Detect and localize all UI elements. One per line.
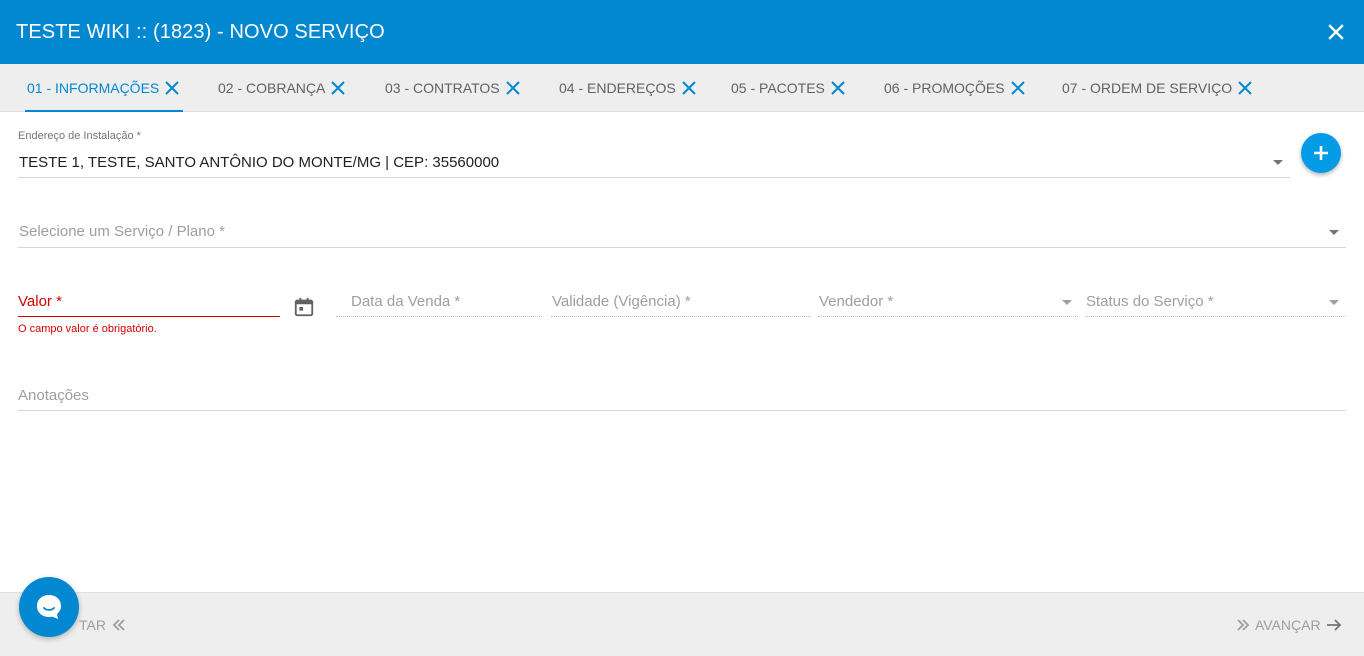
underline [18,177,1290,178]
sale-date-placeholder: Data da Venda * [351,293,461,310]
tab-promocoes[interactable]: 06 - PROMOÇÕES [884,64,1027,112]
back-label: TAR [79,617,106,633]
plus-icon [1314,146,1328,160]
close-icon[interactable] [329,79,347,97]
seller-placeholder: Vendedor * [819,293,894,310]
validity-input[interactable]: Validade (Vigência) * [551,288,811,320]
service-status-select[interactable]: Status do Serviço * [1085,288,1346,320]
close-icon[interactable] [1009,79,1027,97]
underline [1085,316,1346,317]
tab-label: 07 - ORDEM DE SERVIÇO [1062,80,1233,96]
tab-informacoes[interactable]: 01 - INFORMAÇÕES [24,64,184,112]
dialog-footer: TAR AVANÇAR [0,592,1364,656]
dialog-header: TESTE WIKI :: (1823) - NOVO SERVIÇO [0,0,1364,64]
close-icon[interactable] [504,79,522,97]
validity-placeholder: Validade (Vigência) * [552,293,691,310]
notes-input[interactable]: Anotações [18,382,1346,414]
double-chevron-right-icon [1237,619,1250,631]
dropdown-caret-icon [1329,300,1339,305]
seller-select[interactable]: Vendedor * [818,288,1078,320]
installation-address-label: Endereço de Instalação * [18,130,141,142]
underline [18,247,1346,248]
tab-cobranca[interactable]: 02 - COBRANÇA [218,64,347,112]
sale-date-input[interactable]: Data da Venda * [336,288,542,320]
underline [818,316,1078,317]
tab-enderecos[interactable]: 04 - ENDEREÇOS [559,64,698,112]
notes-placeholder: Anotações [18,387,89,404]
underline [18,410,1346,411]
valor-error-message: O campo valor é obrigatório. [18,323,157,335]
installation-address-select[interactable]: Endereço de Instalação * TESTE 1, TESTE,… [18,128,1290,180]
service-status-placeholder: Status do Serviço * [1086,293,1214,310]
valor-input[interactable]: Valor * [18,288,280,320]
tab-ordem-de-servico[interactable]: 07 - ORDEM DE SERVIÇO [1062,64,1254,112]
dropdown-caret-icon [1062,300,1072,305]
underline [336,316,542,317]
back-button[interactable]: TAR [79,593,128,656]
next-button[interactable]: AVANÇAR [1234,593,1344,656]
service-plan-placeholder: Selecione um Serviço / Plano * [19,223,225,240]
tab-label: 05 - PACOTES [731,80,825,96]
close-icon[interactable] [1324,20,1348,44]
installation-address-value: TESTE 1, TESTE, SANTO ANTÔNIO DO MONTE/M… [19,154,500,171]
close-icon[interactable] [1236,79,1254,97]
tab-label: 01 - INFORMAÇÕES [27,80,160,96]
close-icon[interactable] [829,79,847,97]
double-chevron-left-icon [112,619,125,631]
underline [18,316,280,317]
dropdown-caret-icon [1273,160,1283,165]
underline [551,316,811,317]
chat-widget-button[interactable] [19,577,79,637]
valor-label: Valor * [18,293,62,310]
tab-label: 06 - PROMOÇÕES [884,80,1005,96]
new-service-dialog: TESTE WIKI :: (1823) - NOVO SERVIÇO 01 -… [0,0,1364,656]
tab-pacotes[interactable]: 05 - PACOTES [731,64,847,112]
close-icon[interactable] [680,79,698,97]
tab-contratos[interactable]: 03 - CONTRATOS [385,64,522,112]
tab-label: 03 - CONTRATOS [385,80,500,96]
next-label: AVANÇAR [1255,617,1321,633]
dialog-title: TESTE WIKI :: (1823) - NOVO SERVIÇO [16,21,385,43]
add-address-button[interactable] [1301,133,1341,173]
chat-bubble-icon [37,595,61,619]
service-plan-select[interactable]: Selecione um Serviço / Plano * [18,218,1346,250]
tab-bar: 01 - INFORMAÇÕES 02 - COBRANÇA 03 - CONT… [0,64,1364,112]
calendar-icon[interactable] [293,296,315,318]
close-icon[interactable] [163,79,181,97]
arrow-right-icon [1326,619,1341,631]
tab-label: 02 - COBRANÇA [218,80,326,96]
dropdown-caret-icon [1329,230,1339,235]
tab-label: 04 - ENDEREÇOS [559,80,676,96]
